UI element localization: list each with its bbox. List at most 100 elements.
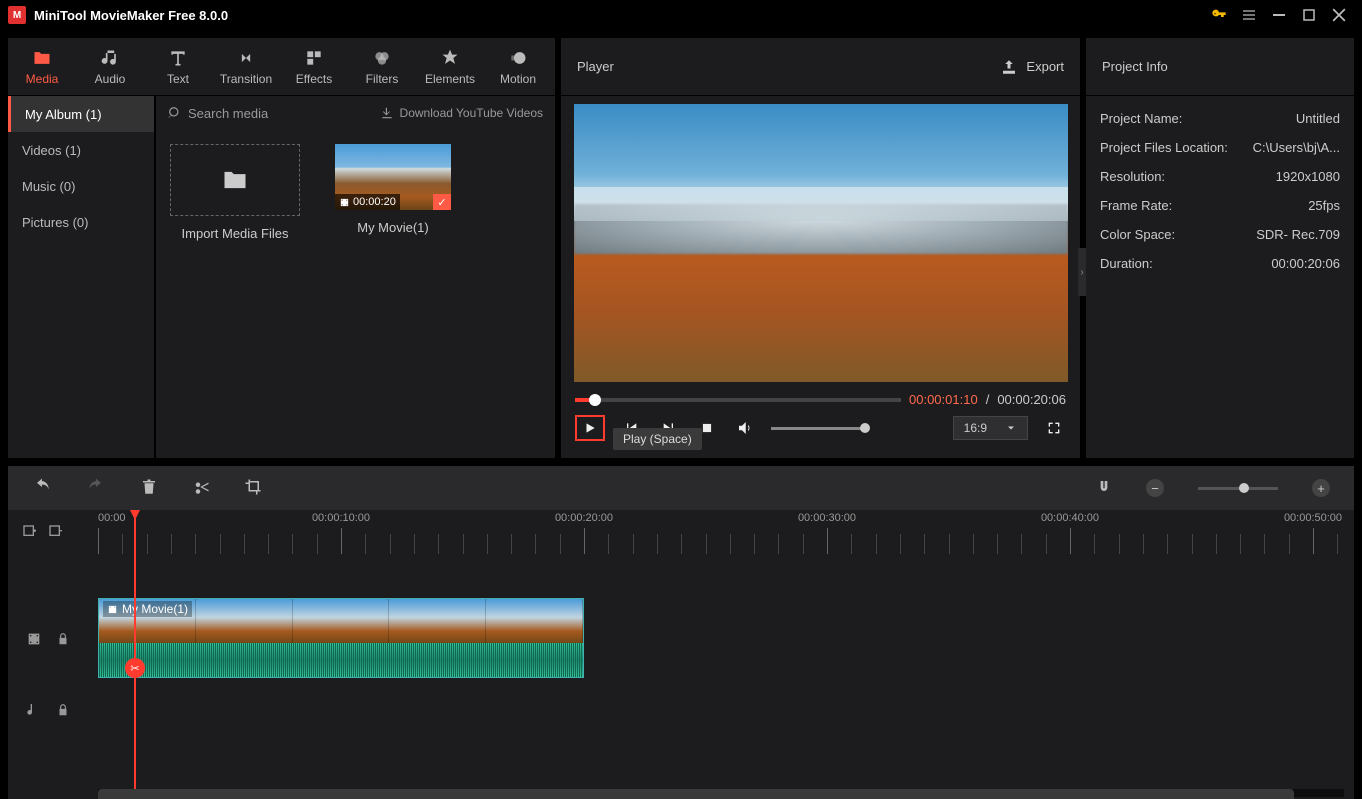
play-tooltip: Play (Space) xyxy=(613,428,702,450)
tab-filters[interactable]: Filters xyxy=(348,38,416,95)
export-button[interactable]: Export xyxy=(1000,58,1064,76)
search-input[interactable]: Search media xyxy=(168,106,370,121)
import-label: Import Media Files xyxy=(182,226,289,241)
video-track[interactable]: My Movie(1) xyxy=(8,598,1354,680)
workarea: Media Audio Text Transition Effects Filt… xyxy=(0,30,1362,466)
aspect-ratio-select[interactable]: 16:9 xyxy=(953,416,1028,440)
menu-icon[interactable] xyxy=(1234,0,1264,30)
redo-button[interactable] xyxy=(86,477,106,500)
lock-icon[interactable] xyxy=(56,703,70,717)
sidebar-item-videos[interactable]: Videos (1) xyxy=(8,132,154,168)
volume-button[interactable] xyxy=(733,416,757,440)
remove-track-button[interactable] xyxy=(48,524,64,543)
seek-bar[interactable] xyxy=(575,398,901,402)
timeline-clip-1[interactable]: My Movie(1) xyxy=(98,598,584,678)
preview-area: 00:00:01:10 / 00:00:20:06 xyxy=(561,96,1080,458)
video-track-icon xyxy=(26,631,42,647)
split-button[interactable] xyxy=(192,478,210,499)
panel-collapse-handle[interactable]: › xyxy=(1078,248,1086,296)
media-clip-1[interactable]: 00:00:20 ✓ My Movie(1) xyxy=(328,144,458,235)
progress-row: 00:00:01:10 / 00:00:20:06 xyxy=(573,382,1068,407)
tab-effects[interactable]: Effects xyxy=(280,38,348,95)
add-track-icon xyxy=(22,524,38,540)
download-youtube-link[interactable]: Download YouTube Videos xyxy=(380,106,543,120)
tab-transition[interactable]: Transition xyxy=(212,38,280,95)
clip-duration-badge: 00:00:20 xyxy=(335,194,400,210)
clip-label: My Movie(1) xyxy=(103,601,192,617)
tab-elements-label: Elements xyxy=(425,72,475,86)
player-header: Player Export xyxy=(561,38,1080,96)
info-row-name: Project Name:Untitled xyxy=(1100,104,1340,133)
lock-icon[interactable] xyxy=(56,632,70,646)
video-preview[interactable] xyxy=(574,104,1068,382)
audio-track-head xyxy=(8,702,98,718)
import-media-card[interactable]: Import Media Files xyxy=(170,144,300,241)
zoom-knob[interactable] xyxy=(1239,483,1249,493)
tab-audio[interactable]: Audio xyxy=(76,38,144,95)
scissors-icon xyxy=(192,478,210,496)
scrollbar-thumb[interactable] xyxy=(98,789,1294,799)
sidebar-item-music[interactable]: Music (0) xyxy=(8,168,154,204)
info-row-colorspace: Color Space:SDR- Rec.709 xyxy=(1100,220,1340,249)
play-button[interactable] xyxy=(575,415,605,441)
tab-elements[interactable]: Elements xyxy=(416,38,484,95)
search-icon xyxy=(168,106,182,120)
zoom-in-button[interactable]: + xyxy=(1312,479,1330,497)
crop-button[interactable] xyxy=(244,478,262,499)
playhead[interactable]: ✂ xyxy=(134,510,136,789)
window-minimize[interactable] xyxy=(1264,0,1294,30)
window-close[interactable] xyxy=(1324,0,1354,30)
volume-icon xyxy=(736,419,754,437)
app-logo: M xyxy=(8,6,26,24)
media-body: My Album (1) Videos (1) Music (0) Pictur… xyxy=(8,96,555,458)
info-row-resolution: Resolution:1920x1080 xyxy=(1100,162,1340,191)
tab-filters-label: Filters xyxy=(366,72,399,86)
media-sidebar: My Album (1) Videos (1) Music (0) Pictur… xyxy=(8,96,156,458)
info-row-duration: Duration:00:00:20:06 xyxy=(1100,249,1340,278)
sidebar-item-pictures[interactable]: Pictures (0) xyxy=(8,204,154,240)
tab-media[interactable]: Media xyxy=(8,38,76,95)
seek-knob[interactable] xyxy=(589,394,601,406)
undo-button[interactable] xyxy=(32,477,52,500)
clip-label: My Movie(1) xyxy=(357,220,429,235)
export-icon xyxy=(1000,58,1018,76)
import-dropzone[interactable] xyxy=(170,144,300,216)
timeline-left-controls xyxy=(22,524,64,543)
tab-text[interactable]: Text xyxy=(144,38,212,95)
sidebar-item-my-album[interactable]: My Album (1) xyxy=(8,96,154,132)
fullscreen-button[interactable] xyxy=(1042,416,1066,440)
media-grid: Import Media Files 00:00:20 ✓ My Movie(1… xyxy=(156,130,555,458)
delete-button[interactable] xyxy=(140,478,158,499)
chevron-down-icon xyxy=(1005,422,1017,434)
total-time: 00:00:20:06 xyxy=(997,392,1066,407)
timeline-ruler[interactable]: 00:00 00:00:10:00 00:00:20:00 00:00:30:0… xyxy=(98,510,1354,560)
tab-motion-label: Motion xyxy=(500,72,536,86)
media-header: Search media Download YouTube Videos xyxy=(156,96,555,130)
tab-media-label: Media xyxy=(26,72,59,86)
media-main: Search media Download YouTube Videos Imp… xyxy=(156,96,555,458)
info-header: Project Info xyxy=(1086,38,1354,96)
snap-button[interactable] xyxy=(1096,479,1112,498)
window-maximize[interactable] xyxy=(1294,0,1324,30)
timeline-panel: − + 00:00 00:00:10:00 00:00:20:00 00:00:… xyxy=(8,466,1354,799)
audio-track[interactable] xyxy=(8,690,1354,730)
volume-slider[interactable] xyxy=(771,427,865,430)
fullscreen-icon xyxy=(1046,420,1062,436)
playhead-split-icon[interactable]: ✂ xyxy=(125,658,145,678)
current-time: 00:00:01:10 xyxy=(909,392,978,407)
undo-icon xyxy=(32,477,52,497)
download-icon xyxy=(380,106,394,120)
main-tabs: Media Audio Text Transition Effects Filt… xyxy=(8,38,555,96)
clip-thumbnail[interactable]: 00:00:20 ✓ xyxy=(335,144,451,210)
zoom-out-button[interactable]: − xyxy=(1146,479,1164,497)
clip-waveform xyxy=(99,643,583,677)
timeline-scrollbar[interactable] xyxy=(98,789,1344,797)
tab-motion[interactable]: Motion xyxy=(484,38,552,95)
zoom-slider[interactable] xyxy=(1198,487,1278,490)
crop-icon xyxy=(244,478,262,496)
add-track-button[interactable] xyxy=(22,524,38,543)
tab-transition-label: Transition xyxy=(220,72,272,86)
upgrade-key-icon[interactable] xyxy=(1204,0,1234,30)
volume-knob[interactable] xyxy=(860,423,870,433)
timeline-body[interactable]: 00:00 00:00:10:00 00:00:20:00 00:00:30:0… xyxy=(8,510,1354,799)
